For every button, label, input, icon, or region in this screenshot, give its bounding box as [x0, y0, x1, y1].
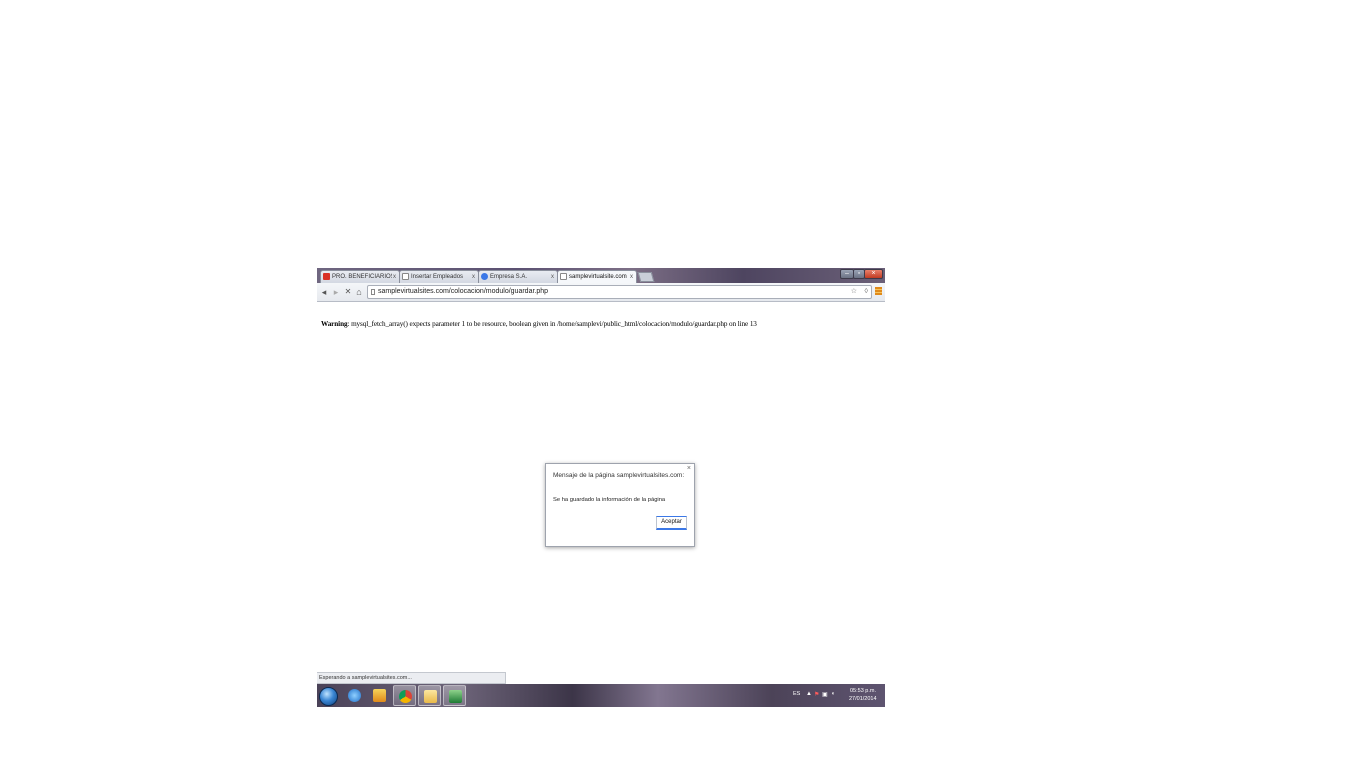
tab-label: Empresa S.A.	[490, 274, 528, 280]
close-icon[interactable]: x	[551, 271, 554, 283]
close-icon[interactable]: x	[393, 271, 396, 283]
clock-time[interactable]: 05:53 p.m.	[850, 688, 876, 694]
volume-icon[interactable]: ◖	[831, 691, 835, 697]
status-bubble: Esperando a samplevirtualsites.com...	[317, 672, 506, 684]
screenshot: PRO. BENEFICIARIOS x Insertar Empleados …	[317, 268, 885, 707]
window-close-button[interactable]: ×	[864, 269, 883, 279]
tab-label: samplevirtualsite.com	[569, 274, 627, 280]
taskbar-media-player[interactable]	[368, 685, 391, 706]
page-action-icon[interactable]: ◊	[865, 286, 868, 298]
php-warning: Warning: mysql_fetch_array() expects par…	[321, 320, 757, 328]
minimize-button[interactable]: –	[840, 269, 854, 279]
page-icon	[371, 289, 375, 295]
excel-icon	[449, 690, 462, 703]
flag-icon[interactable]: ⚑	[814, 691, 819, 698]
tab-strip: PRO. BENEFICIARIOS x Insertar Empleados …	[317, 268, 885, 283]
clock-date[interactable]: 27/01/2014	[849, 696, 877, 702]
alert-dialog: Mensaje de la página samplevirtualsites.…	[545, 463, 695, 547]
taskbar-ie[interactable]	[343, 685, 366, 706]
language-indicator[interactable]: ES	[793, 691, 800, 697]
internet-explorer-icon	[348, 689, 361, 702]
menu-icon[interactable]	[875, 287, 882, 295]
dialog-title: Mensaje de la página samplevirtualsites.…	[553, 472, 685, 479]
system-tray: ES ▲ ⚑ ▣ ◖ 05:53 p.m. 27/01/2014	[793, 684, 885, 707]
warning-label: Warning	[321, 320, 348, 328]
forward-arrow-icon[interactable]: ▸	[331, 286, 341, 298]
taskbar: ES ▲ ⚑ ▣ ◖ 05:53 p.m. 27/01/2014	[317, 684, 885, 707]
address-bar[interactable]: samplevirtualsites.com/colocacion/modulo…	[367, 285, 872, 299]
star-icon[interactable]: ☆	[851, 286, 857, 298]
url-text: samplevirtualsites.com/colocacion/modulo…	[378, 288, 549, 295]
media-player-icon	[373, 689, 386, 702]
tab-label: PRO. BENEFICIARIOS	[332, 274, 392, 280]
show-hidden-icons-icon[interactable]: ▲	[806, 691, 812, 697]
start-button[interactable]	[317, 685, 340, 706]
page-icon	[560, 273, 567, 280]
taskbar-chrome[interactable]	[393, 685, 416, 706]
tab-label: Insertar Empleados	[411, 274, 464, 280]
stop-icon[interactable]: ✕	[343, 286, 353, 298]
browser-toolbar: ◂ ▸ ✕ ⌂ samplevirtualsites.com/colocacio…	[317, 283, 885, 302]
taskbar-explorer[interactable]	[418, 685, 441, 706]
tab-insertar-empleados[interactable]: Insertar Empleados x	[399, 270, 479, 283]
new-tab-button[interactable]	[637, 272, 655, 282]
tab-empresa[interactable]: Empresa S.A. x	[478, 270, 558, 283]
chrome-icon	[481, 273, 488, 280]
accept-button[interactable]: Aceptar	[656, 516, 687, 530]
close-icon[interactable]: ×	[687, 465, 691, 472]
folder-icon	[424, 690, 437, 703]
gmail-icon	[323, 273, 330, 280]
taskbar-excel[interactable]	[443, 685, 466, 706]
close-icon[interactable]: x	[472, 271, 475, 283]
warning-text: : mysql_fetch_array() expects parameter …	[347, 320, 757, 328]
home-icon[interactable]: ⌂	[354, 286, 364, 298]
network-icon[interactable]: ▣	[822, 691, 828, 698]
back-arrow-icon[interactable]: ◂	[319, 286, 329, 298]
close-icon[interactable]: x	[630, 271, 633, 283]
chrome-icon	[399, 690, 412, 703]
tab-samplevirtualsite[interactable]: samplevirtualsite.com x	[557, 270, 637, 283]
tab-beneficiarios[interactable]: PRO. BENEFICIARIOS x	[320, 270, 400, 283]
dialog-message: Se ha guardado la información de la pági…	[553, 497, 666, 503]
page-icon	[402, 273, 409, 280]
windows-logo-icon	[319, 687, 338, 706]
